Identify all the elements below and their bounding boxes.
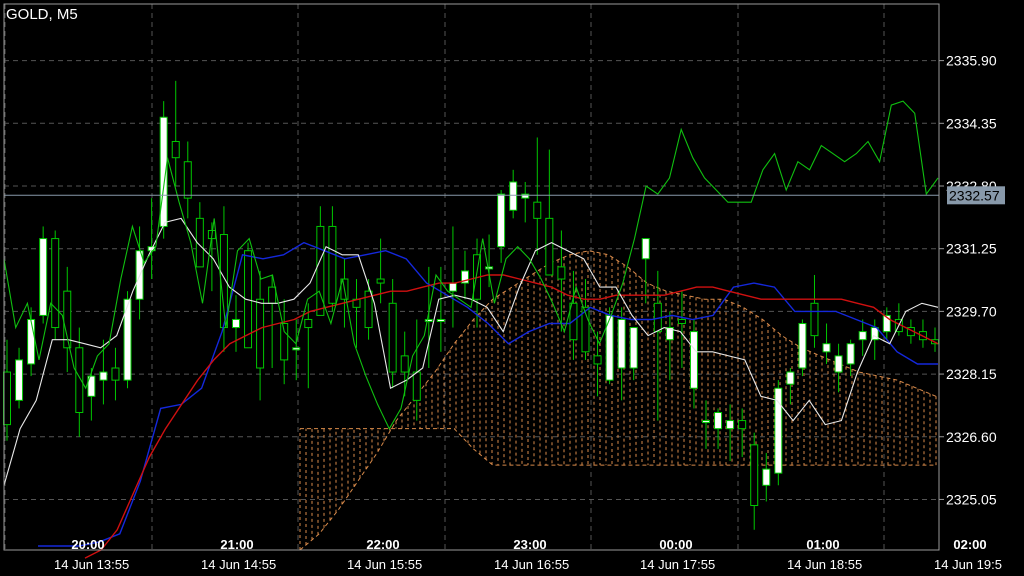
candle-body bbox=[834, 355, 843, 373]
candle-body bbox=[774, 387, 783, 474]
y-tick-label: 2325.05 bbox=[946, 491, 997, 507]
y-tick-label: 2329.70 bbox=[946, 303, 997, 319]
candle-body bbox=[15, 359, 24, 401]
candle-body bbox=[822, 343, 831, 353]
candle-body bbox=[3, 371, 11, 426]
candle-body bbox=[750, 444, 759, 507]
candle-body bbox=[617, 318, 626, 369]
price-chart[interactable]: 2335.902334.352332.802331.252329.702328.… bbox=[0, 0, 1024, 576]
symbol-title: GOLD, M5 bbox=[6, 6, 78, 23]
candle-body bbox=[545, 217, 554, 276]
time-date-label: 14 Jun 16:55 bbox=[494, 557, 569, 572]
y-tick-label: 2328.15 bbox=[946, 366, 997, 382]
y-tick-label: 2334.35 bbox=[946, 115, 997, 131]
candle-body bbox=[75, 347, 84, 413]
time-session-label: 20:00 bbox=[71, 537, 104, 552]
candle-body bbox=[702, 420, 711, 424]
y-tick-label: 2326.60 bbox=[946, 429, 997, 445]
grid bbox=[0, 0, 1024, 576]
candle-body bbox=[726, 420, 735, 430]
time-session-label: 21:00 bbox=[220, 537, 253, 552]
candle-body bbox=[424, 318, 433, 322]
candle-body bbox=[858, 331, 867, 341]
candle-body bbox=[171, 141, 180, 159]
candle-body bbox=[762, 468, 771, 486]
candle-body bbox=[485, 266, 494, 270]
time-date-label: 14 Jun 18:55 bbox=[787, 557, 862, 572]
y-tick-label: 2331.25 bbox=[946, 241, 997, 257]
time-date-label: 14 Jun 19:5 bbox=[934, 557, 1002, 572]
candle-body bbox=[714, 411, 723, 430]
candle-body bbox=[304, 318, 313, 329]
time-session-label: 23:00 bbox=[513, 537, 546, 552]
candle-body bbox=[557, 266, 566, 280]
time-session-label: 22:00 bbox=[366, 537, 399, 552]
candle-body bbox=[593, 355, 602, 365]
candle-body bbox=[738, 420, 747, 430]
candle-body bbox=[846, 343, 855, 365]
candle-body bbox=[39, 238, 48, 316]
candle-body bbox=[798, 323, 807, 369]
candle-body bbox=[292, 347, 301, 351]
candle-body bbox=[51, 238, 60, 329]
candle-body bbox=[689, 331, 698, 389]
candle-body bbox=[328, 225, 337, 304]
time-date-label: 14 Jun 13:55 bbox=[54, 557, 129, 572]
time-date-label: 14 Jun 17:55 bbox=[640, 557, 715, 572]
candle-body bbox=[521, 193, 530, 199]
candle-body bbox=[677, 318, 686, 325]
y-tick-label: 2335.90 bbox=[946, 53, 997, 69]
candle-body bbox=[436, 318, 445, 322]
candle-body bbox=[231, 318, 240, 329]
chart-area[interactable]: 2335.90 2334.35 2332.80 2331.25 2329.70 2328.… bbox=[0, 0, 1024, 576]
candle-body bbox=[256, 298, 265, 369]
candle-body bbox=[533, 201, 542, 219]
time-session-label: 01:00 bbox=[806, 537, 839, 552]
time-session-label: 00:00 bbox=[659, 537, 692, 552]
candle-body bbox=[810, 302, 819, 337]
time-session-label: 02:00 bbox=[953, 537, 986, 552]
candle-body bbox=[497, 193, 506, 248]
current-price-label: 2332.57 bbox=[949, 187, 1000, 203]
candle-body bbox=[400, 355, 409, 373]
time-date-label: 14 Jun 14:55 bbox=[201, 557, 276, 572]
candle-body bbox=[183, 161, 192, 199]
candle-body bbox=[99, 371, 108, 381]
candle-body bbox=[27, 318, 36, 365]
candle-body bbox=[448, 282, 457, 292]
candle-body bbox=[376, 278, 385, 284]
candle-body bbox=[268, 286, 277, 304]
candle-body bbox=[629, 327, 638, 369]
time-date-label: 14 Jun 15:55 bbox=[347, 557, 422, 572]
candle-body bbox=[786, 371, 795, 385]
candle-body bbox=[388, 302, 397, 373]
candle-body bbox=[111, 367, 120, 381]
candle-body bbox=[641, 238, 650, 260]
candle-body bbox=[412, 371, 421, 401]
candle-body bbox=[509, 181, 518, 211]
chart-background bbox=[0, 0, 1024, 576]
